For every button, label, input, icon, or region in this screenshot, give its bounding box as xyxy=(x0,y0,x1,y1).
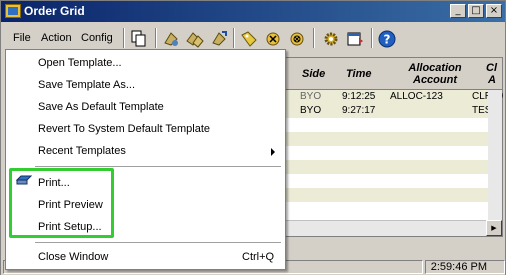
horizontal-scrollbar[interactable]: ▶ xyxy=(284,220,502,236)
title-bar[interactable]: Order Grid _ □ × xyxy=(1,1,505,22)
menu-separator xyxy=(35,166,281,167)
toolbar-separator xyxy=(313,28,315,48)
minimize-button[interactable]: _ xyxy=(450,4,466,18)
menu-config[interactable]: Config xyxy=(81,32,113,44)
help-icon[interactable]: ? xyxy=(377,29,397,49)
columns-icon[interactable] xyxy=(345,29,365,49)
shortcut-close-window: Ctrl+Q xyxy=(242,251,275,263)
cell-account: ALLOC-123 xyxy=(390,91,443,102)
menu-item-recent-templates[interactable]: Recent Templates xyxy=(38,145,126,157)
submenu-arrow-icon xyxy=(271,148,275,156)
maximize-button[interactable]: □ xyxy=(468,4,484,18)
app-icon xyxy=(5,4,21,18)
column-cl[interactable]: Cl xyxy=(486,62,497,74)
column-allocation-account[interactable]: Allocation Account xyxy=(402,62,468,86)
column-cl-sub: A xyxy=(488,74,496,86)
menu-item-open-template[interactable]: Open Template... xyxy=(38,57,122,69)
menu-item-revert-default-template[interactable]: Revert To System Default Template xyxy=(38,123,210,135)
menu-action[interactable]: Action xyxy=(41,32,72,44)
print-items-highlight xyxy=(9,168,114,238)
toolbar-separator xyxy=(123,28,125,48)
toolbar-separator xyxy=(155,28,157,48)
vertical-scrollbar[interactable] xyxy=(488,90,502,220)
tag-icon[interactable] xyxy=(239,29,259,49)
puzzle-icon[interactable] xyxy=(161,29,181,49)
settings-icon[interactable] xyxy=(321,29,341,49)
menu-separator xyxy=(35,242,281,243)
cancel-icon[interactable] xyxy=(263,29,283,49)
scroll-right-icon[interactable]: ▶ xyxy=(486,220,502,236)
menu-item-close-window[interactable]: Close Window xyxy=(38,251,108,263)
cancel-all-icon[interactable] xyxy=(287,29,307,49)
cell-side: BYO xyxy=(300,105,322,116)
menu-item-save-template-as[interactable]: Save Template As... xyxy=(38,79,135,91)
cell-time: 9:12:25 xyxy=(342,91,376,102)
cell-time: 9:27:17 xyxy=(342,105,376,116)
window-title: Order Grid xyxy=(24,4,85,18)
copy-icon[interactable] xyxy=(129,29,149,49)
column-side[interactable]: Side xyxy=(302,68,325,80)
column-allocation-account-label: Allocation Account xyxy=(408,62,462,86)
close-button[interactable]: × xyxy=(486,4,502,18)
svg-text:?: ? xyxy=(384,33,391,47)
toolbar-separator xyxy=(371,28,373,48)
menu-file[interactable]: File xyxy=(13,32,31,44)
cell-side: BYO xyxy=(300,91,322,102)
puzzle-arrow-icon[interactable] xyxy=(209,29,229,49)
menu-item-save-default-template[interactable]: Save As Default Template xyxy=(38,101,164,113)
status-clock: 2:59:46 PM xyxy=(430,261,487,273)
column-time[interactable]: Time xyxy=(346,68,371,80)
puzzle-multi-icon[interactable] xyxy=(185,29,205,49)
toolbar-separator xyxy=(233,28,235,48)
